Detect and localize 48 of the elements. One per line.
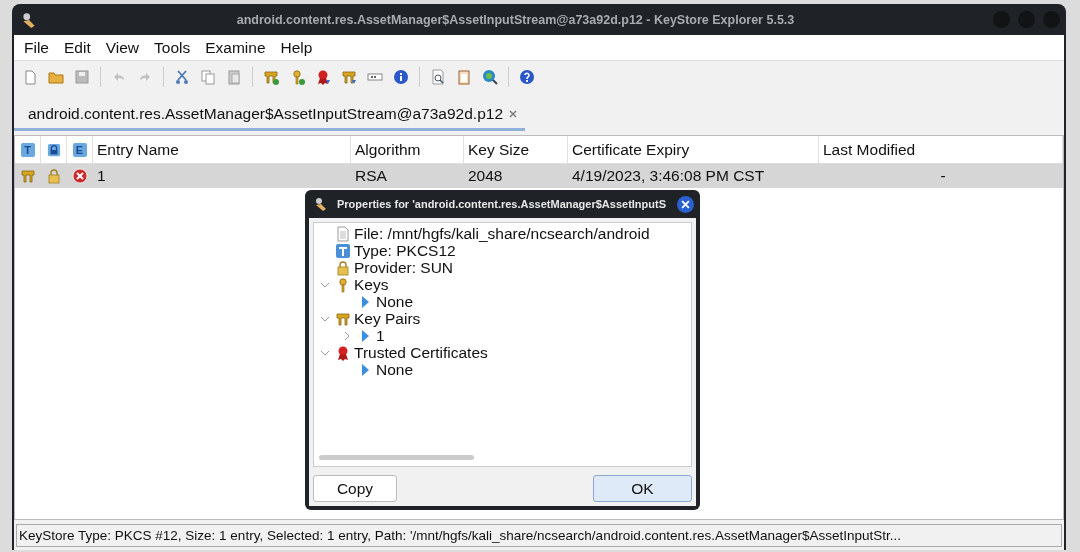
table-row[interactable]: 1 RSA 2048 4/19/2023, 3:46:08 PM CST - <box>15 164 1063 188</box>
tree-item[interactable]: Keys <box>354 275 389 294</box>
error-icon <box>72 168 88 184</box>
scrollbar[interactable] <box>319 455 474 460</box>
dialog-title: Properties for 'android.content.res.AssetManager$AssetInputS <box>337 198 668 210</box>
tree-item[interactable]: None <box>376 292 414 311</box>
tree-item[interactable]: Provider: SUN <box>354 258 454 277</box>
tree-item[interactable]: None <box>376 360 414 379</box>
lock-column-icon[interactable] <box>46 142 61 157</box>
table-cell: 2048 <box>468 167 503 185</box>
lock-icon <box>46 168 62 184</box>
status-bar: KeyStore Type: PKCS #12, Size: 1 entry, Selected: 1 entry, Path: '/mnt/hgfs/kali_share/ncsearch/android.content.res.AssetManager$AssetInputStr... <box>16 523 1062 547</box>
menu-item[interactable]: Help <box>274 38 322 57</box>
menu-item[interactable]: Edit <box>58 38 100 57</box>
tree-item[interactable]: Trusted Certificates <box>354 343 488 362</box>
tab[interactable]: android.content.res.AssetManager$AssetInputStream@a73a92d.p12 <box>14 101 525 131</box>
table-cell: RSA <box>355 167 387 185</box>
tree-item[interactable]: Type: PKCS12 <box>354 241 456 260</box>
lock-icon <box>335 259 351 276</box>
close-icon[interactable] <box>509 110 517 118</box>
column-header[interactable]: Last Modified <box>823 140 916 159</box>
close-button[interactable] <box>677 195 694 213</box>
menu-item[interactable]: File <box>18 38 58 57</box>
table-cell: - <box>940 167 946 185</box>
menu-item[interactable]: View <box>99 38 149 57</box>
seal-icon <box>335 344 351 361</box>
keypair-icon <box>20 168 36 184</box>
chevron-right-icon[interactable] <box>342 330 352 341</box>
tree-item[interactable]: File: /mnt/hgfs/kali_share/ncsearch/android <box>354 224 650 243</box>
app-icon <box>313 196 329 212</box>
table-cell: 1 <box>97 167 106 185</box>
keypair-icon <box>335 310 351 327</box>
document-icon <box>335 225 351 242</box>
close-icon <box>681 199 690 209</box>
type-icon <box>335 242 351 259</box>
table-cell: 4/19/2023, 3:46:08 PM CST <box>572 167 765 185</box>
column-header[interactable]: Entry Name <box>97 140 179 159</box>
menu-item[interactable]: Examine <box>199 38 275 57</box>
column-header[interactable]: Certificate Expiry <box>572 140 690 159</box>
tree-item[interactable]: Key Pairs <box>354 309 421 328</box>
column-header[interactable]: Algorithm <box>355 140 421 159</box>
column-header[interactable]: Key Size <box>468 140 530 159</box>
tree-item[interactable]: 1 <box>376 326 385 345</box>
window-title: android.content.res.AssetManager$AssetInputStream@a73a92d.p12 - KeyStore Explorer 5.5.3 <box>235 12 796 27</box>
dialog-button[interactable]: Copy <box>313 475 397 502</box>
menu-item[interactable]: Tools <box>148 38 200 57</box>
default-button[interactable]: OK <box>593 475 692 502</box>
app-icon <box>20 10 38 29</box>
